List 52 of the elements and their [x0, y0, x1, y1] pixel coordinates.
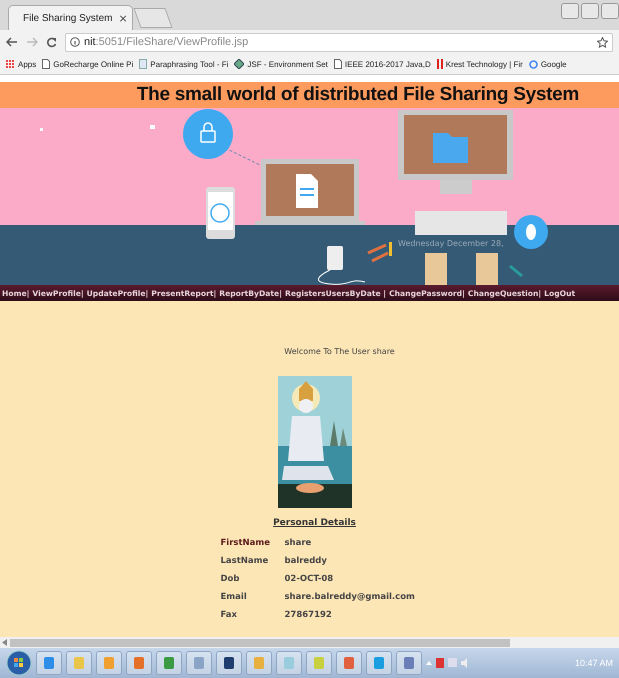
field-value: share — [284, 538, 312, 548]
bookmark-link[interactable]: Krest Technology | Fir — [436, 59, 523, 69]
bookmark-link[interactable]: IEEE 2016-2017 Java,D — [334, 59, 431, 69]
bookmark-label: Krest Technology | Fir — [446, 60, 523, 68]
bookmark-link[interactable]: Paraphrasing Tool - Fi — [139, 59, 228, 69]
close-tab-button[interactable]: × — [118, 12, 128, 24]
bookmark-link[interactable]: GoRecharge Online Pi — [42, 59, 134, 69]
user-button[interactable] — [561, 3, 579, 19]
new-tab-button[interactable] — [133, 8, 173, 28]
tray-icons-drawing[interactable] — [426, 657, 470, 669]
bookmark-label: GoRecharge Online Pi — [53, 60, 134, 68]
scrollbar-thumb[interactable] — [10, 638, 510, 646]
reload-icon[interactable] — [46, 36, 57, 48]
restore-button[interactable] — [601, 3, 619, 19]
page-icon — [42, 59, 50, 69]
minimize-button[interactable] — [581, 3, 599, 19]
site-title: The small world of distributed File Sharing System — [136, 84, 579, 106]
info-icon — [70, 37, 80, 47]
welcome-text: Welcome To The User share — [284, 347, 395, 356]
bookmark-label: IEEE 2016-2017 Java,D — [344, 60, 431, 68]
field-label: Dob — [220, 574, 240, 584]
clock: 10:47 AM — [574, 658, 613, 668]
diamond-icon — [234, 59, 244, 69]
horizontal-scrollbar[interactable] — [0, 637, 619, 648]
field-label: Fax — [220, 610, 238, 620]
bookmark-link[interactable]: Apps — [6, 60, 36, 68]
apps-grid-icon — [6, 60, 15, 68]
field-value: 02-OCT-08 — [284, 574, 334, 584]
taskbar-button[interactable] — [216, 651, 242, 675]
field-value: balreddy — [284, 556, 328, 566]
field-label: Email — [220, 592, 248, 602]
field-value: 27867192 — [284, 610, 333, 620]
bookmark-link[interactable]: JSF - Environment Set — [234, 59, 328, 69]
bookmark-label: Apps — [18, 60, 36, 68]
bookmark-label: Paraphrasing Tool - Fi — [150, 60, 228, 68]
start-button[interactable] — [6, 650, 32, 676]
browser-tab[interactable]: File Sharing System × — [8, 5, 133, 30]
forward-icon[interactable] — [26, 37, 38, 47]
date-text: Wednesday December 28, — [398, 239, 504, 248]
field-label: FirstName — [220, 538, 272, 548]
bookmark-label: Google — [540, 60, 567, 68]
field-label: LastName — [220, 556, 270, 566]
back-icon[interactable] — [6, 37, 18, 47]
page-icon — [334, 59, 342, 69]
bookmark-link[interactable]: Google — [528, 60, 567, 68]
address-field[interactable]: nit:5051/FileShare/ViewProfile.jsp — [65, 32, 613, 52]
bars-icon — [436, 59, 443, 69]
scroll-left-icon[interactable] — [2, 639, 7, 646]
field-value: share.balreddy@gmail.com — [284, 592, 414, 602]
star-icon[interactable] — [597, 36, 608, 48]
section-title: Personal Details — [273, 518, 356, 528]
bookmark-label: JSF - Environment Set — [247, 60, 328, 68]
